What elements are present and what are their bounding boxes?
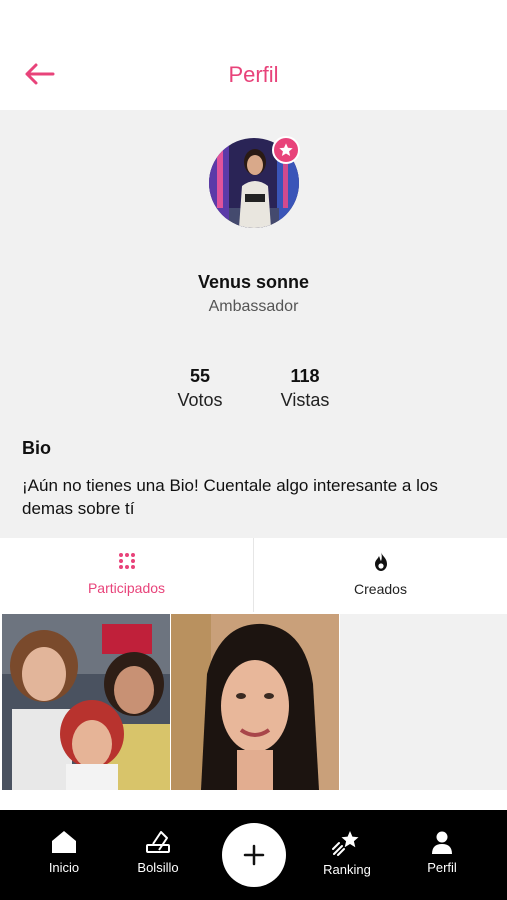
page-title: Perfil xyxy=(228,62,279,87)
add-button[interactable] xyxy=(222,823,286,887)
participations-grid xyxy=(0,612,507,810)
wallet-icon xyxy=(146,831,170,853)
stat-label: Votos xyxy=(177,390,223,410)
nav-item-inicio[interactable]: Inicio xyxy=(29,830,99,875)
shooting-star-icon xyxy=(332,831,359,856)
nav-label: Perfil xyxy=(427,860,457,875)
user-icon xyxy=(432,831,452,854)
stat-value: 55 xyxy=(189,366,211,386)
grid-dots-icon xyxy=(118,553,135,569)
stat-views: 118 Vistas xyxy=(260,366,350,411)
tab-creados[interactable]: Creados xyxy=(253,538,507,612)
user-name: Venus sonne xyxy=(197,272,310,292)
bio-heading: Bio xyxy=(22,438,51,458)
nav-item-ranking[interactable]: Ranking xyxy=(312,830,382,877)
stat-label: Vistas xyxy=(280,390,330,410)
home-icon xyxy=(52,831,76,853)
star-icon xyxy=(279,143,293,156)
bio-text: ¡Aún no tienes una Bio! Cuentale algo in… xyxy=(22,476,438,518)
plus-icon xyxy=(243,844,265,866)
empty-grid-cell xyxy=(340,614,507,790)
participation-thumbnail[interactable] xyxy=(171,614,339,790)
participation-thumbnail[interactable] xyxy=(2,614,170,790)
app-header: Perfil xyxy=(0,0,507,110)
user-role: Ambassador xyxy=(208,298,299,315)
stat-votes: 55 Votos xyxy=(155,366,245,411)
ambassador-badge xyxy=(272,136,300,164)
tab-label: Creados xyxy=(354,581,407,597)
tab-participados[interactable]: Participados xyxy=(0,538,253,612)
stat-value: 118 xyxy=(290,366,320,386)
nav-item-perfil[interactable]: Perfil xyxy=(407,830,477,875)
nav-label: Ranking xyxy=(323,862,371,877)
content-tabs: Participados Creados xyxy=(0,538,507,612)
nav-label: Bolsillo xyxy=(137,860,179,875)
nav-item-bolsillo[interactable]: Bolsillo xyxy=(123,830,193,875)
bottom-nav: Inicio Bolsillo Ranking Perfil xyxy=(0,810,507,900)
flame-icon xyxy=(374,552,387,571)
nav-label: Inicio xyxy=(48,860,80,875)
tab-label: Participados xyxy=(87,580,166,596)
